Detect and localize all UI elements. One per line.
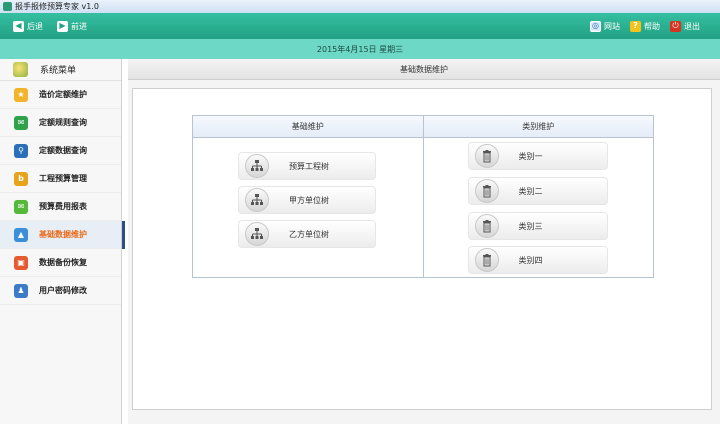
category-button-label: 类别一 <box>518 151 543 161</box>
chat-icon: ✉ <box>14 199 28 214</box>
date-bar: 2015年4月15日 星期三 <box>0 39 720 59</box>
category-button-2[interactable]: 类别二 <box>467 177 608 205</box>
window-title: 报手报修预算专家 v1.0 <box>15 2 99 11</box>
sidebar-item-2[interactable]: ✉ 定额规则查询 <box>0 109 121 137</box>
trash-icon <box>474 214 499 238</box>
tree-icon <box>245 222 269 246</box>
main-area: 基础数据维护 基础维护 类别维护 预算工程树 甲方单位树 乙方单位树 类别一 类别二类… <box>128 59 720 424</box>
exit-label: 退出 <box>684 21 700 31</box>
sidebar-item-label: 预算费用报表 <box>39 202 87 211</box>
sidebar-item-label: 造价定额维护 <box>39 90 87 99</box>
tree-button-1[interactable]: 预算工程树 <box>238 152 376 180</box>
sidebar-item-8[interactable]: ♟ 用户密码修改 <box>0 277 121 305</box>
website-label: 网站 <box>604 21 620 31</box>
basic-maintenance-heading: 基础维护 <box>193 116 424 137</box>
star-icon: ★ <box>14 87 28 102</box>
page-title: 基础数据维护 <box>400 64 448 74</box>
category-button-3[interactable]: 类别三 <box>467 212 608 240</box>
sidebar-header: 系统菜单 <box>0 59 121 81</box>
globe-icon: ◎ <box>590 20 601 32</box>
chat-icon: ✉ <box>14 115 28 130</box>
sidebar-item-label: 用户密码修改 <box>39 286 87 295</box>
current-date: 2015年4月15日 星期三 <box>316 44 404 54</box>
category-button-1[interactable]: 类别一 <box>467 142 608 170</box>
window-titlebar: 报手报修预算专家 v1.0 <box>0 0 720 13</box>
b-icon: b <box>14 171 28 186</box>
maintenance-panel: 基础维护 类别维护 预算工程树甲方单位树乙方单位树 类别一类别二类别三类别四 <box>192 115 654 278</box>
tree-button-label: 乙方单位树 <box>289 229 329 239</box>
category-maintenance-heading: 类别维护 <box>522 122 555 131</box>
gift-icon: ▣ <box>14 255 28 270</box>
help-button[interactable]: ? 帮助 <box>630 20 660 32</box>
basic-maintenance-column: 预算工程树甲方单位树乙方单位树 <box>193 138 424 277</box>
website-button[interactable]: ◎ 网站 <box>590 20 620 32</box>
forward-arrow-icon: ▶ <box>57 20 68 32</box>
forward-button[interactable]: ▶ 前进 <box>57 20 87 32</box>
tree-button-2[interactable]: 甲方单位树 <box>238 186 376 214</box>
help-label: 帮助 <box>644 21 660 31</box>
sidebar-item-label: 工程预算管理 <box>39 174 87 183</box>
main-header: 基础数据维护 <box>128 59 720 80</box>
panel-header: 基础维护 类别维护 <box>193 116 653 138</box>
sidebar-item-7[interactable]: ▣ 数据备份恢复 <box>0 249 121 277</box>
tree-button-label: 甲方单位树 <box>289 195 329 205</box>
sidebar-item-6[interactable]: ▲ 基础数据维护 <box>0 221 125 249</box>
back-button[interactable]: ◀ 后退 <box>13 20 43 32</box>
search-icon: ⚲ <box>14 143 28 158</box>
sidebar-item-5[interactable]: ✉ 预算费用报表 <box>0 193 121 221</box>
sidebar-item-3[interactable]: ⚲ 定额数据查询 <box>0 137 121 165</box>
forward-label: 前进 <box>71 21 87 31</box>
tree-icon <box>245 188 269 212</box>
sidebar-header-label: 系统菜单 <box>40 66 77 76</box>
back-arrow-icon: ◀ <box>13 20 24 32</box>
sidebar-item-4[interactable]: b 工程预算管理 <box>0 165 121 193</box>
exit-button[interactable]: ⏻ 退出 <box>670 20 700 32</box>
category-button-4[interactable]: 类别四 <box>467 246 608 274</box>
toolbar: ◀ 后退 ▶ 前进 ◎ 网站 ? 帮助 ⏻ 退出 <box>0 13 720 39</box>
trash-icon <box>474 179 499 203</box>
tree-icon <box>245 154 269 178</box>
trash-icon <box>474 248 499 272</box>
tree-button-label: 预算工程树 <box>289 161 329 171</box>
category-maintenance-column: 类别一类别二类别三类别四 <box>424 138 654 277</box>
sidebar: 系统菜单 ★ 造价定额维护 ✉ 定额规则查询 ⚲ 定额数据查询 b 工程预算管理 ✉ 预算费用报表… <box>0 59 125 424</box>
category-button-label: 类别二 <box>518 186 543 196</box>
menu-folder-icon <box>13 62 28 77</box>
users-icon: ♟ <box>14 283 28 298</box>
help-icon: ? <box>630 20 641 32</box>
sidebar-item-1[interactable]: ★ 造价定额维护 <box>0 81 121 109</box>
back-label: 后退 <box>27 21 43 31</box>
sidebar-item-label: 数据备份恢复 <box>39 258 87 267</box>
category-button-label: 类别四 <box>518 255 543 265</box>
trash-icon <box>474 144 499 168</box>
picture-icon: ▲ <box>14 227 28 242</box>
sidebar-item-label: 定额规则查询 <box>39 118 87 127</box>
category-button-label: 类别三 <box>518 221 543 231</box>
sidebar-item-label: 定额数据查询 <box>39 146 87 155</box>
main-body: 基础维护 类别维护 预算工程树甲方单位树乙方单位树 类别一类别二类别三类别四 <box>132 88 712 410</box>
sidebar-item-label: 基础数据维护 <box>39 230 87 239</box>
app-icon <box>3 2 12 11</box>
power-icon: ⏻ <box>670 20 681 32</box>
tree-button-3[interactable]: 乙方单位树 <box>238 220 376 248</box>
